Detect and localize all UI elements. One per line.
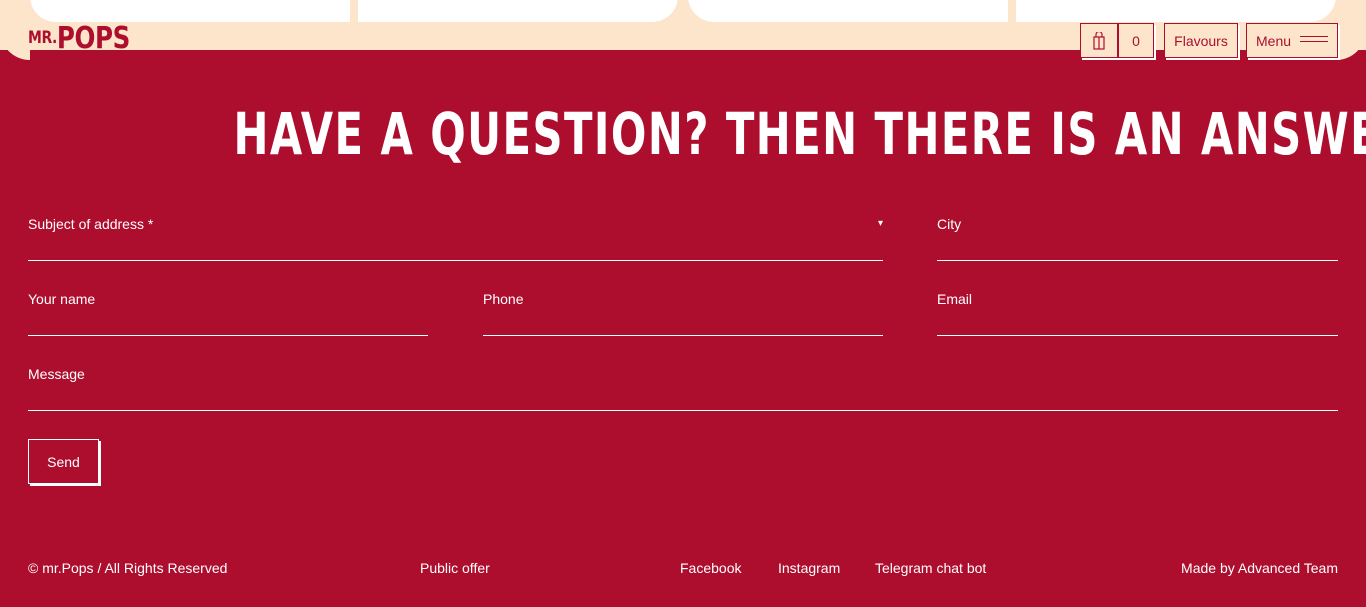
message-label: Message <box>28 366 85 382</box>
hamburger-icon <box>1300 36 1328 46</box>
product-card[interactable] <box>688 0 1008 22</box>
public-offer-link[interactable]: Public offer <box>420 560 490 576</box>
logo[interactable]: MR.POPS <box>28 22 130 50</box>
instagram-link[interactable]: Instagram <box>778 560 840 576</box>
shopping-bag-icon <box>1093 31 1105 50</box>
chevron-down-icon: ▾ <box>877 218 883 229</box>
logo-prefix: MR. <box>28 28 57 48</box>
decorative-corner <box>1336 0 1366 60</box>
name-label: Your name <box>28 291 96 307</box>
product-card[interactable] <box>1016 0 1336 22</box>
product-card[interactable] <box>30 0 350 22</box>
facebook-link[interactable]: Facebook <box>680 560 741 576</box>
decorative-corner <box>0 0 30 60</box>
logo-name: POPS <box>56 22 130 50</box>
copyright-text: © mr.Pops / All Rights Reserved <box>28 560 228 576</box>
page-title: HAVE A QUESTION? THEN THERE IS AN ANSWER… <box>233 100 1366 168</box>
phone-field[interactable]: Phone <box>483 291 883 336</box>
city-label: City <box>937 216 962 232</box>
subject-select[interactable]: Subject of address * ▾ <box>28 216 883 261</box>
made-by-link[interactable]: Made by Advanced Team <box>1181 560 1338 576</box>
email-field[interactable]: Email <box>937 291 1338 336</box>
product-card[interactable] <box>358 0 678 22</box>
flavours-button[interactable]: Flavours <box>1164 23 1238 58</box>
menu-button[interactable]: Menu <box>1246 23 1338 58</box>
subject-label: Subject of address * <box>28 216 154 232</box>
name-field[interactable]: Your name <box>28 291 428 336</box>
send-button[interactable]: Send <box>28 439 99 484</box>
email-label: Email <box>937 291 973 307</box>
cart-button[interactable] <box>1080 23 1118 58</box>
phone-label: Phone <box>483 291 524 307</box>
message-field[interactable]: Message <box>28 366 1338 411</box>
top-band <box>0 0 1366 50</box>
cart-count[interactable]: 0 <box>1118 23 1154 58</box>
city-field[interactable]: City <box>937 216 1338 261</box>
menu-label: Menu <box>1256 32 1292 49</box>
telegram-link[interactable]: Telegram chat bot <box>875 560 986 576</box>
